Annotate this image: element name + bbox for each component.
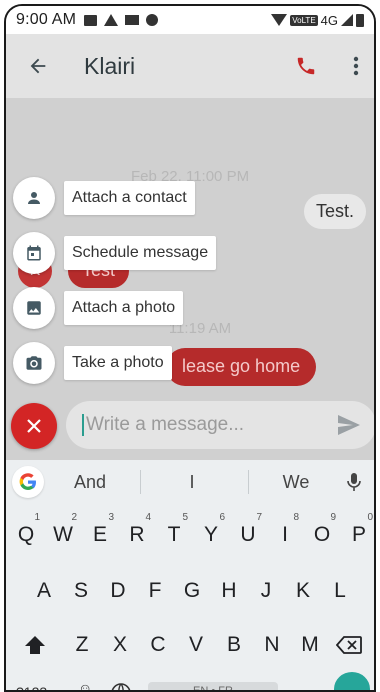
key-k[interactable]: K [285,568,321,614]
attach-contact-option[interactable]: Attach a contact [13,177,195,219]
send-button[interactable] [332,408,366,442]
shift-icon [25,636,45,654]
enter-key[interactable] [334,672,370,690]
phone-frame: 9:00 AM VoLTE 4G Klairi Feb 22, 11:00 PM… [4,4,376,692]
key-a[interactable]: A [26,568,62,614]
emoji-key[interactable]: ☺ [78,680,92,690]
key-w[interactable]: W2 [45,512,81,558]
conversation-title: Klairi [84,52,136,79]
soft-keyboard: And I We Q1 W2 E3 R4 T5 Y6 U7 I8 O9 P0 A… [6,460,374,692]
key-e[interactable]: E3 [82,512,118,558]
key-s[interactable]: S [63,568,99,614]
vpn-notification-icon [146,14,159,26]
notification-icons [84,14,159,26]
symbols-key[interactable]: ?123 [16,684,47,690]
key-m[interactable]: M [292,622,328,668]
compose-bar [66,401,374,449]
incoming-message-bubble[interactable]: Test. [303,194,366,229]
call-button[interactable] [290,50,322,82]
take-photo-button[interactable] [13,342,55,384]
backspace-key[interactable] [334,630,364,660]
status-time: 9:00 AM [16,11,77,28]
close-attach-menu-button[interactable] [11,403,57,449]
key-q[interactable]: Q1 [8,512,44,558]
more-options-button[interactable] [344,50,368,82]
key-g[interactable]: G [174,568,210,614]
key-c[interactable]: C [140,622,176,668]
key-b[interactable]: B [216,622,252,668]
key-z[interactable]: Z [64,622,100,668]
take-photo-option[interactable]: Take a photo [13,342,172,384]
warning-notification-icon [104,14,119,26]
schedule-message-label[interactable]: Schedule message [64,236,217,270]
wifi-icon [271,14,288,26]
key-f[interactable]: F [137,568,173,614]
key-y[interactable]: Y6 [193,512,229,558]
app-bar: Klairi [6,34,374,98]
attach-photo-label[interactable]: Attach a photo [64,291,184,325]
status-bar: 9:00 AM VoLTE 4G [6,6,374,34]
google-g-icon [19,473,36,490]
suggestion-divider [248,470,249,494]
camera-icon [26,356,42,370]
backspace-icon [336,636,362,654]
take-photo-label[interactable]: Take a photo [64,346,172,380]
attach-photo-button[interactable] [13,287,55,329]
attach-photo-option[interactable]: Attach a photo [13,287,184,329]
key-t[interactable]: T5 [156,512,192,558]
key-x[interactable]: X [102,622,138,668]
calendar-icon [27,245,41,261]
key-j[interactable]: J [248,568,284,614]
signal-icon [341,14,353,26]
battery-icon [356,13,364,27]
keyboard-bottom-row: ?123 ☺ EN • FR [6,672,374,692]
key-d[interactable]: D [100,568,136,614]
image-notification-icon [84,14,98,26]
attach-contact-button[interactable] [13,177,55,219]
key-n[interactable]: N [254,622,290,668]
key-p[interactable]: P0 [341,512,374,558]
key-l[interactable]: L [322,568,358,614]
voice-input-button[interactable] [344,470,364,494]
mic-icon [347,473,361,491]
image-icon [27,301,41,315]
phone-icon [297,57,315,75]
suggestion-2[interactable]: I [152,472,232,493]
send-icon [338,415,360,435]
message-input[interactable] [84,414,332,436]
system-status-icons: VoLTE 4G [271,13,364,28]
outgoing-message-bubble[interactable]: lease go home [166,348,317,386]
volte-badge: VoLTE [290,14,318,26]
suggestion-strip: And I We [6,460,374,502]
close-icon [27,419,41,433]
mail-notification-icon [125,15,140,25]
schedule-message-option[interactable]: Schedule message [13,232,217,274]
back-arrow-icon [30,58,46,74]
schedule-message-button[interactable] [13,232,55,274]
contact-icon [28,192,40,204]
google-icon[interactable] [12,466,44,498]
globe-icon[interactable] [110,682,132,692]
key-i[interactable]: I8 [267,512,303,558]
more-vert-icon [353,56,359,76]
key-v[interactable]: V [178,622,214,668]
key-u[interactable]: U7 [230,512,266,558]
suggestion-divider [140,470,141,494]
attach-contact-label[interactable]: Attach a contact [64,181,195,215]
suggestion-1[interactable]: And [50,472,130,493]
key-h[interactable]: H [211,568,247,614]
key-r[interactable]: R4 [119,512,155,558]
suggestion-3[interactable]: We [256,472,336,493]
network-type: 4G [320,12,338,28]
key-o[interactable]: O9 [304,512,340,558]
shift-key[interactable] [20,630,50,660]
space-key[interactable]: EN • FR [148,682,278,690]
back-button[interactable] [14,42,62,90]
